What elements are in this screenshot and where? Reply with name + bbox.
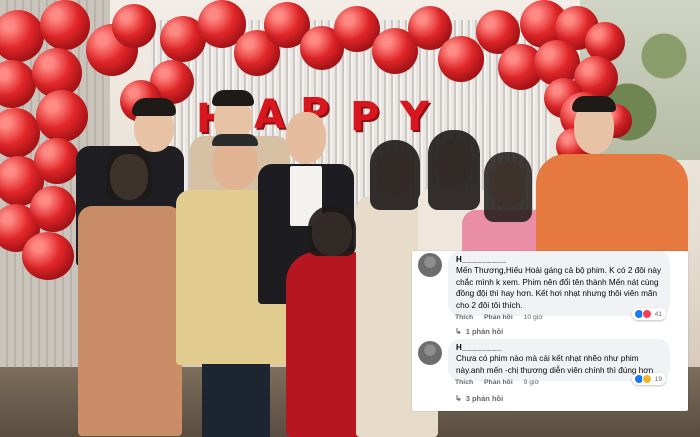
comment-author[interactable]: H_________ [456,255,662,265]
reply-button[interactable]: Phản hồi [484,314,513,321]
comment-text: Chưa có phim nào mà cái kết nhạt nhẽo nh… [456,354,654,375]
balloon [40,0,90,50]
balloon [34,138,80,184]
reply-button[interactable]: Phản hồi [484,379,513,386]
reaction-summary[interactable]: 19 [631,373,666,385]
reaction-summary[interactable]: 41 [631,308,666,320]
like-button[interactable]: Thích [455,379,473,386]
comment-time[interactable]: 9 giờ [524,379,539,386]
comment-author[interactable]: H________ [456,343,662,353]
balloon [438,36,484,82]
replies-count: 1 phản hồi [465,327,504,336]
comment-panel: H_________ Mến Thương,Hiếu Hoài gáng cả … [412,251,688,411]
user-avatar-icon[interactable] [418,253,442,277]
reply-arrow-icon: ↳ [455,394,462,403]
reaction-count: 19 [654,375,662,383]
comment-actions: Thích Phản hồi 9 giờ [455,379,548,386]
love-reaction-icon [641,309,652,319]
comment-bubble: H_________ Mến Thương,Hiếu Hoài gáng cả … [448,251,670,316]
person [76,146,186,436]
person [530,96,690,256]
haha-reaction-icon [641,374,652,384]
user-avatar-icon[interactable] [418,341,442,365]
comment-text: Mến Thương,Hiếu Hoài gáng cả bộ phim. K … [456,266,662,310]
banner-letter: P [350,94,380,140]
like-button[interactable]: Thích [455,314,473,321]
balloon [112,4,156,48]
comment-time[interactable]: 10 giờ [524,314,543,321]
reaction-count: 41 [654,310,662,318]
view-replies-link[interactable]: ↳ 1 phản hồi [455,327,503,336]
reply-arrow-icon: ↳ [455,327,462,336]
view-replies-link[interactable]: ↳ 3 phản hồi [455,394,503,403]
replies-count: 3 phản hồi [465,394,504,403]
balloon [22,232,74,280]
comment-actions: Thích Phản hồi 10 giờ [455,314,552,321]
balloon [30,186,76,232]
